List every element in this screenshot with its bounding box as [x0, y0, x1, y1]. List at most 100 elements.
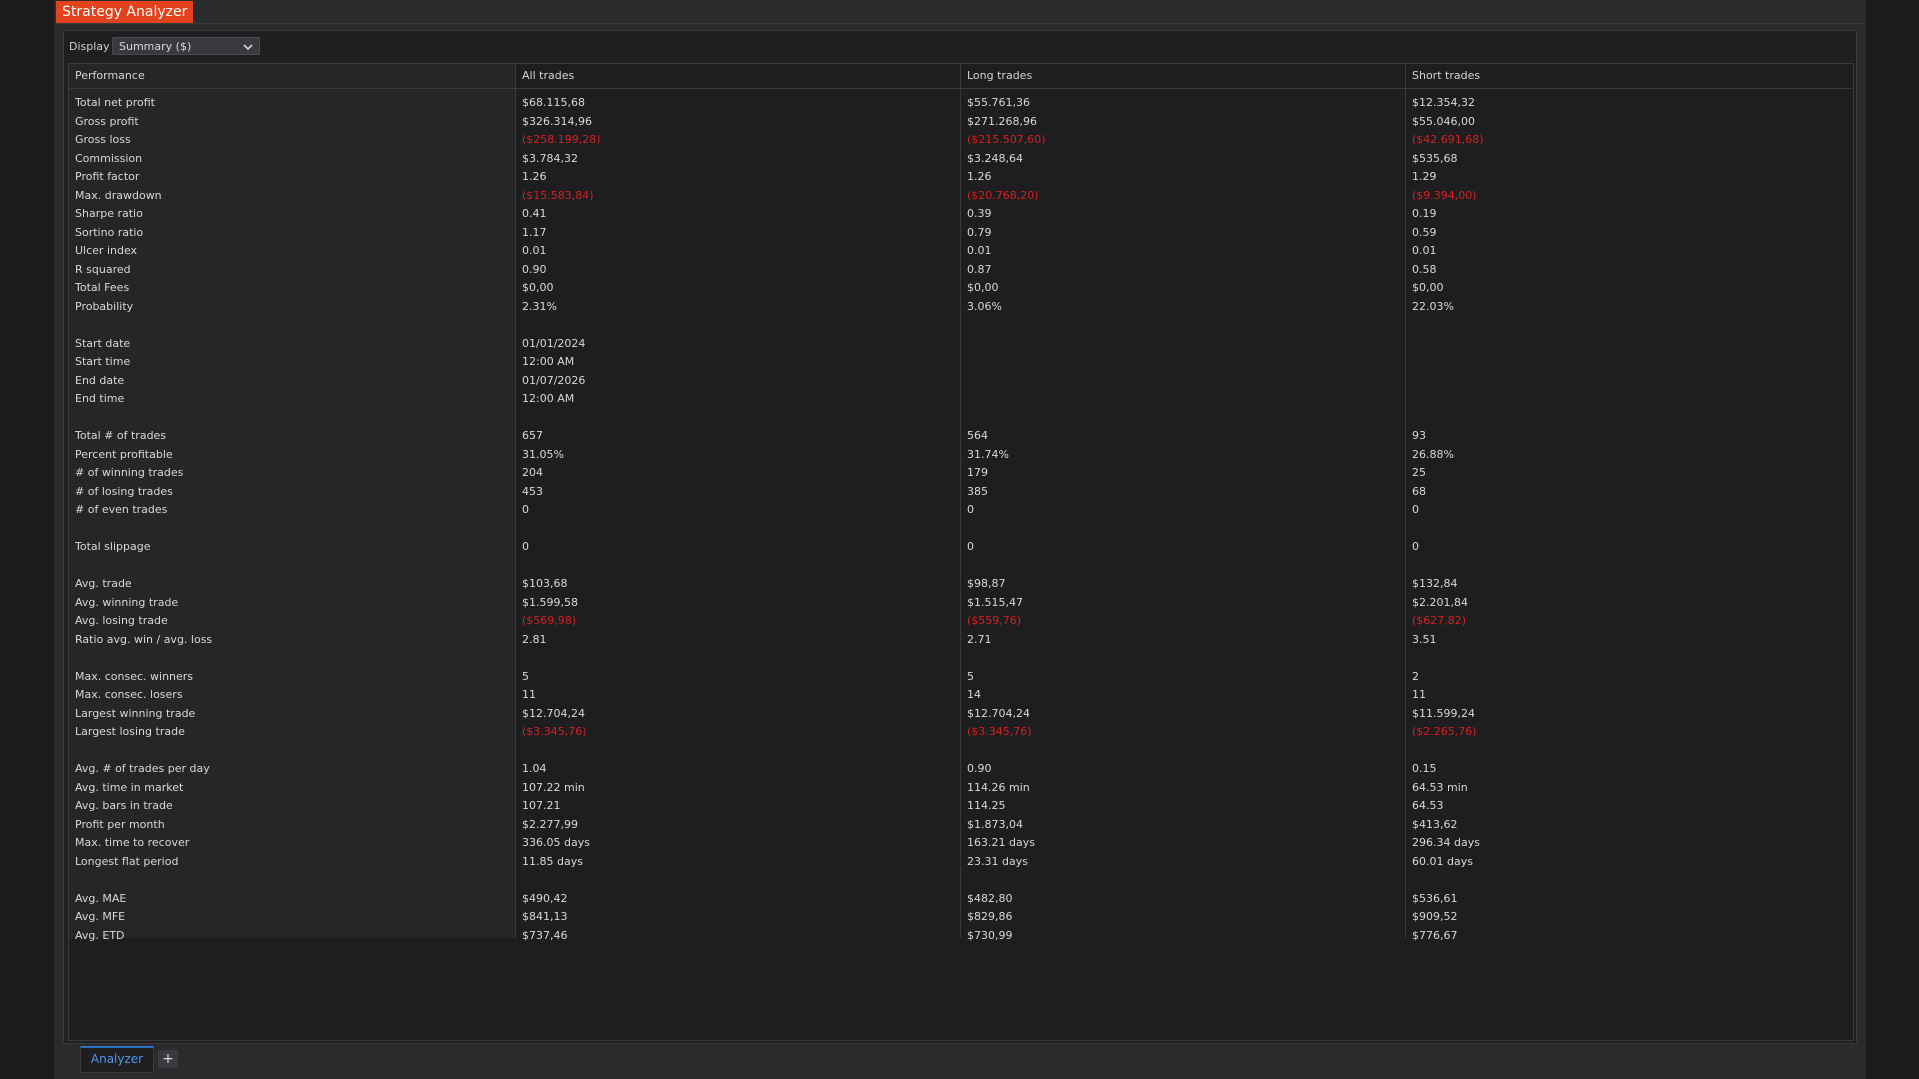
metric-value: 0	[1412, 540, 1419, 553]
metric-value: 1.26	[522, 170, 547, 183]
metric-label: Longest flat period	[75, 854, 179, 868]
metric-value: 0.87	[967, 262, 992, 276]
metric-label: Total # of trades	[75, 429, 167, 442]
metric-value: 25	[1412, 466, 1426, 479]
metric-value: 0	[967, 540, 974, 553]
metric-value: 5	[967, 669, 974, 683]
row-spacer	[961, 871, 1406, 890]
metric-value: ($569,98)	[522, 614, 577, 627]
metric-value: 0.39	[967, 207, 992, 220]
metric-value: 0.15	[1412, 762, 1437, 775]
column-short-trades: Short trades $12.354,32 $55.046,00 ($42.69…	[1405, 64, 1852, 942]
metric-value: 60.01 days	[1412, 854, 1473, 868]
metric-label: Avg. trade	[75, 577, 132, 590]
metric-value: ($627,82)	[1412, 614, 1467, 627]
metric-value: $55.046,00	[1412, 114, 1475, 128]
metric-label: # of even trades	[75, 503, 168, 516]
metric-value: 11.85 days	[522, 854, 583, 868]
row-spacer	[961, 409, 1406, 428]
all-trades-values: $68.115,68 $326.314,96 ($258.199,28) $3.784…	[516, 94, 961, 945]
metric-label: R squared	[75, 262, 131, 276]
metric-value: ($258.199,28)	[522, 133, 601, 146]
window-title[interactable]: Strategy Analyzer	[56, 1, 194, 23]
metric-value: 5	[522, 669, 529, 683]
short-trades-values: $12.354,32 $55.046,00 ($42.691,68) $535,68 1…	[1406, 94, 1852, 945]
metric-label: Ratio avg. win / avg. loss	[75, 632, 213, 646]
metric-value: $0,00	[967, 281, 999, 294]
row-spacer	[69, 871, 515, 890]
metric-value: 107.21	[522, 799, 561, 812]
metric-value: 0.90	[967, 762, 992, 775]
metric-value: ($9.394,00)	[1412, 188, 1477, 202]
plus-icon[interactable]: +	[158, 1050, 178, 1068]
metric-label: Largest losing trade	[75, 725, 185, 738]
performance-table: Performance Total net profit Gross profit…	[68, 63, 1854, 1041]
metric-value: $103,68	[522, 577, 568, 590]
metric-value: 0	[967, 503, 974, 516]
metric-label: Avg. time in market	[75, 780, 184, 794]
metric-value: 179	[967, 466, 988, 479]
metric-value: 68	[1412, 484, 1426, 498]
metric-value: $730,99	[967, 928, 1013, 942]
display-label: Display	[69, 40, 110, 53]
metric-value: $490,42	[522, 891, 568, 905]
metric-value: $3.248,64	[967, 151, 1023, 165]
metric-label: End date	[75, 373, 125, 387]
metric-label: Avg. bars in trade	[75, 799, 173, 812]
metric-value: 0.01	[522, 244, 547, 257]
metric-value: 11	[1412, 688, 1426, 701]
row-spacer	[1406, 316, 1852, 335]
chevron-down-icon	[243, 44, 253, 51]
column-all-trades: All trades $68.115,68 $326.314,96 ($258.19…	[515, 64, 961, 942]
metric-label: Sharpe ratio	[75, 207, 143, 220]
row-spacer	[69, 649, 515, 668]
toolbar: Display Summary ($)	[64, 35, 1856, 59]
metric-value: $55.761,36	[967, 96, 1030, 109]
metric-value: 31.05%	[522, 447, 564, 461]
metric-value: $737,46	[522, 928, 568, 942]
metric-value: $68.115,68	[522, 96, 585, 109]
strategy-analyzer-window: Strategy Analyzer Display Summary ($) Pe…	[54, 0, 1866, 1079]
metric-value: 22.03%	[1412, 299, 1454, 313]
analyzer-panel: Display Summary ($) Performance Total ne…	[63, 30, 1857, 1044]
row-spacer	[516, 871, 961, 890]
metric-value: 26.88%	[1412, 447, 1454, 461]
metric-value: 163.21 days	[967, 836, 1035, 849]
column-long-trades: Long trades $55.761,36 $271.268,96 ($215.5…	[960, 64, 1406, 942]
metric-value: $1.873,04	[967, 817, 1023, 831]
column-header-all-trades[interactable]: All trades	[516, 64, 961, 89]
row-spacer	[516, 742, 961, 761]
long-trades-values: $55.761,36 $271.268,96 ($215.507,60) $3.248…	[961, 94, 1406, 945]
metric-value: $12.704,24	[967, 706, 1030, 720]
metric-value: $1.515,47	[967, 595, 1023, 609]
metric-value: 2.81	[522, 632, 547, 646]
metric-label: Start date	[75, 336, 131, 350]
display-select-value: Summary ($)	[119, 40, 192, 53]
row-spacer	[69, 742, 515, 761]
metric-value: $535,68	[1412, 151, 1458, 165]
metric-label: Start time	[75, 355, 131, 368]
metric-label: Probability	[75, 299, 134, 313]
metric-label: Ulcer index	[75, 244, 138, 257]
tab-analyzer[interactable]: Analyzer	[80, 1046, 154, 1073]
column-header-long-trades[interactable]: Long trades	[961, 64, 1406, 89]
column-header-short-trades[interactable]: Short trades	[1406, 64, 1852, 89]
metric-value: 453	[522, 484, 543, 498]
row-spacer	[516, 649, 961, 668]
metric-value: 01/07/2026	[522, 373, 586, 387]
column-header-performance[interactable]: Performance	[69, 64, 515, 89]
metric-label: # of losing trades	[75, 484, 173, 498]
metric-value: 114.25	[967, 799, 1006, 812]
metric-value: 1.17	[522, 225, 547, 239]
metric-value: $536,61	[1412, 891, 1458, 905]
metric-value: 2.31%	[522, 299, 557, 313]
display-select[interactable]: Summary ($)	[112, 37, 260, 55]
row-spacer	[961, 520, 1406, 539]
title-divider	[54, 23, 1866, 24]
metric-value: $413,62	[1412, 817, 1458, 831]
metric-value: 0.01	[967, 244, 992, 257]
performance-labels: Total net profit Gross profit Gross loss Co…	[69, 94, 515, 945]
metric-value: $2.277,99	[522, 817, 578, 831]
metric-value: 2.71	[967, 632, 992, 646]
metric-label: Total net profit	[75, 96, 155, 109]
